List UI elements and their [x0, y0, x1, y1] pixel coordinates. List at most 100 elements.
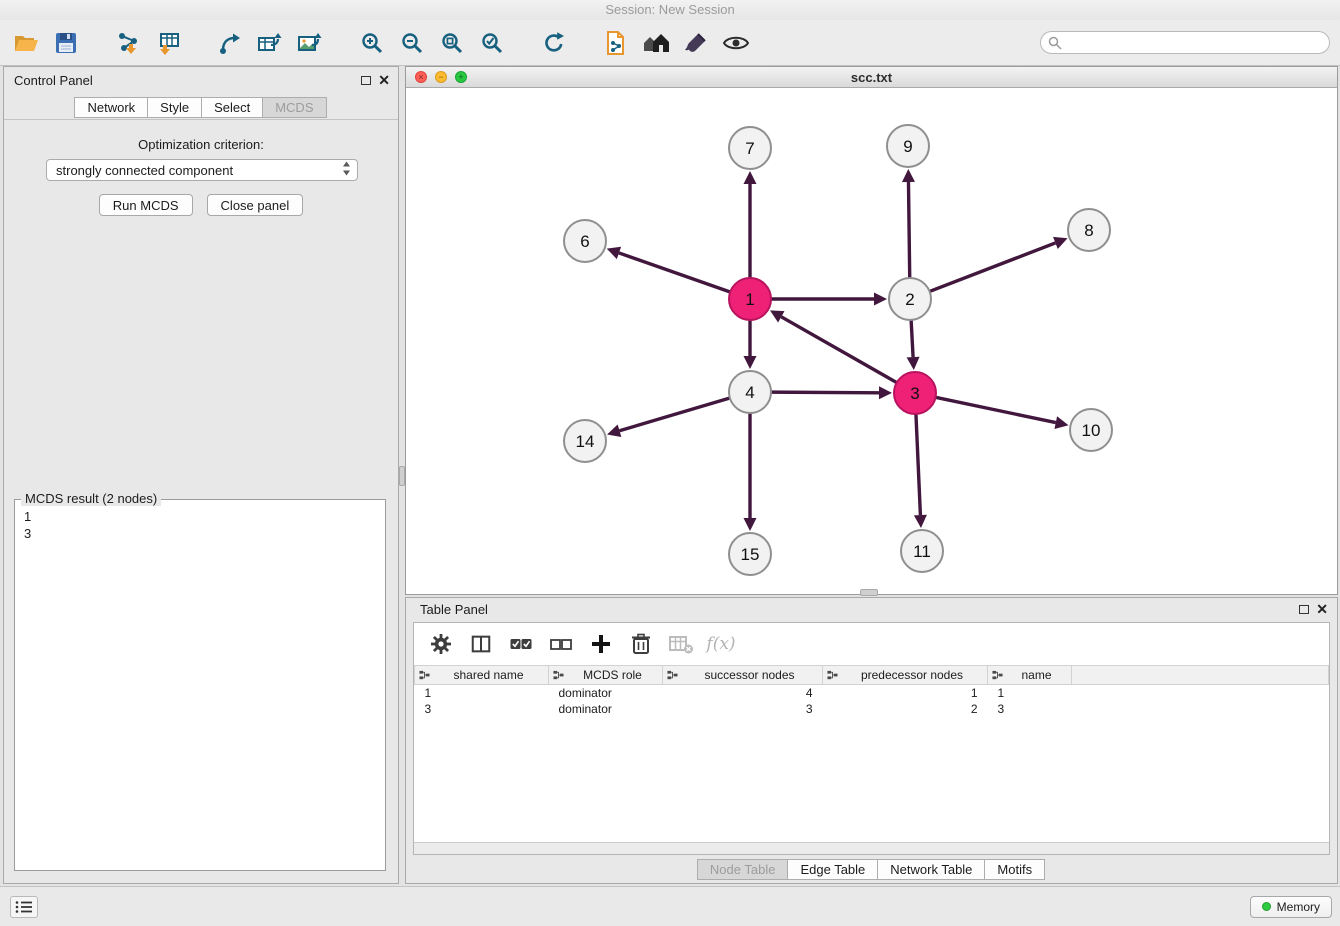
table-row[interactable]: 1dominator411: [415, 685, 1329, 701]
export-table-button[interactable]: [254, 27, 286, 59]
deselect-all-button[interactable]: [548, 631, 574, 657]
graph-edge[interactable]: [619, 253, 730, 292]
close-panel-icon[interactable]: [378, 74, 390, 86]
select-all-button[interactable]: [508, 631, 534, 657]
close-panel-icon[interactable]: [1316, 603, 1328, 615]
mcds-result-value: 3: [24, 525, 376, 542]
style-brush-button[interactable]: [680, 27, 712, 59]
column-header[interactable]: name: [988, 666, 1072, 685]
graph-edge[interactable]: [908, 182, 909, 278]
show-columns-button[interactable]: [468, 631, 494, 657]
splitter-handle-horizontal[interactable]: [860, 589, 878, 596]
export-image-icon: [297, 31, 323, 55]
splitter-handle-vertical[interactable]: [399, 466, 405, 486]
tab-style[interactable]: Style: [147, 97, 202, 118]
zoom-selected-button[interactable]: [476, 27, 508, 59]
export-image-button[interactable]: [294, 27, 326, 59]
delete-table-button[interactable]: [668, 631, 694, 657]
export-network-icon: [218, 31, 242, 55]
zoom-fit-button[interactable]: [436, 27, 468, 59]
table-cell[interactable]: 3: [663, 701, 823, 717]
graph-edge-arrow-icon: [744, 356, 757, 369]
refresh-view-button[interactable]: [538, 27, 570, 59]
tab-network-table[interactable]: Network Table: [877, 859, 985, 880]
tab-edge-table[interactable]: Edge Table: [787, 859, 878, 880]
graph-edge[interactable]: [911, 320, 913, 357]
tab-network[interactable]: Network: [74, 97, 148, 118]
horizontal-scrollbar[interactable]: [414, 842, 1329, 854]
delete-row-button[interactable]: [628, 631, 654, 657]
run-mcds-button[interactable]: Run MCDS: [99, 194, 193, 216]
window-close-icon[interactable]: [415, 71, 427, 83]
tab-mcds[interactable]: MCDS: [262, 97, 326, 118]
network-window-titlebar[interactable]: scc.txt: [406, 67, 1337, 88]
column-header-label: predecessor nodes: [861, 668, 963, 682]
graph-edge[interactable]: [620, 398, 730, 431]
network-graph[interactable]: 7968124314101511: [406, 88, 1337, 596]
tab-node-table[interactable]: Node Table: [697, 859, 789, 880]
float-panel-icon[interactable]: [361, 76, 371, 85]
table-cell[interactable]: dominator: [549, 685, 663, 701]
window-maximize-icon[interactable]: [455, 71, 467, 83]
save-session-button[interactable]: [50, 27, 82, 59]
column-header[interactable]: successor nodes: [663, 666, 823, 685]
search-input[interactable]: [1040, 31, 1330, 54]
function-builder-button[interactable]: f(x): [708, 631, 734, 657]
column-header-filler: [1072, 666, 1329, 685]
column-header[interactable]: predecessor nodes: [823, 666, 988, 685]
import-network-button[interactable]: [112, 27, 144, 59]
task-history-button[interactable]: [10, 896, 38, 918]
close-panel-button[interactable]: Close panel: [207, 194, 304, 216]
graph-edge[interactable]: [916, 414, 920, 515]
table-cell[interactable]: 4: [663, 685, 823, 701]
zoom-out-icon: [400, 31, 424, 55]
table-cell[interactable]: dominator: [549, 701, 663, 717]
graph-edge[interactable]: [781, 317, 896, 383]
show-graphics-details-button[interactable]: [720, 27, 752, 59]
column-header[interactable]: shared name: [415, 666, 549, 685]
graph-edge-arrow-icon: [874, 293, 887, 306]
table-row[interactable]: 3dominator323: [415, 701, 1329, 717]
criterion-selected-value: strongly connected component: [56, 163, 233, 178]
import-network-icon: [115, 31, 141, 55]
network-canvas[interactable]: 7968124314101511: [406, 88, 1337, 594]
zoom-in-button[interactable]: [356, 27, 388, 59]
tab-motifs[interactable]: Motifs: [984, 859, 1045, 880]
export-table-icon: [257, 31, 283, 55]
memory-button[interactable]: Memory: [1250, 896, 1332, 918]
columns-icon: [470, 633, 492, 655]
column-header[interactable]: MCDS role: [549, 666, 663, 685]
select-arrows-icon: [342, 161, 351, 176]
table-header-row: shared nameMCDS rolesuccessor nodes prede…: [415, 666, 1329, 685]
column-type-icon: [992, 670, 1003, 681]
table-cell[interactable]: 1: [823, 685, 988, 701]
export-network-button[interactable]: [214, 27, 246, 59]
home-button[interactable]: [640, 27, 672, 59]
open-document-button[interactable]: [600, 27, 632, 59]
mcds-result-title: MCDS result (2 nodes): [21, 491, 161, 506]
table-settings-button[interactable]: [428, 631, 454, 657]
table-cell[interactable]: 3: [988, 701, 1072, 717]
table-cell[interactable]: 1: [415, 685, 549, 701]
graph-node-label: 2: [905, 290, 914, 309]
window-minimize-icon[interactable]: [435, 71, 447, 83]
float-panel-icon[interactable]: [1299, 605, 1309, 614]
table-toolbar: f(x): [414, 623, 1329, 665]
column-type-icon: [553, 670, 564, 681]
table-cell[interactable]: 1: [988, 685, 1072, 701]
table-cell[interactable]: 3: [415, 701, 549, 717]
graph-edge[interactable]: [936, 397, 1056, 422]
open-session-button[interactable]: [10, 27, 42, 59]
table-cell[interactable]: 2: [823, 701, 988, 717]
graph-edge-arrow-icon: [607, 425, 621, 437]
graph-edge[interactable]: [930, 243, 1056, 291]
add-row-button[interactable]: [588, 631, 614, 657]
table-tabs: Node Table Edge Table Network Table Moti…: [406, 859, 1337, 880]
import-table-button[interactable]: [152, 27, 184, 59]
criterion-select[interactable]: strongly connected component: [46, 159, 358, 181]
zoom-out-button[interactable]: [396, 27, 428, 59]
tab-select[interactable]: Select: [201, 97, 263, 118]
graph-edge[interactable]: [771, 392, 879, 393]
graph-node-label: 3: [910, 384, 919, 403]
window-titlebar: Session: New Session: [0, 0, 1340, 20]
